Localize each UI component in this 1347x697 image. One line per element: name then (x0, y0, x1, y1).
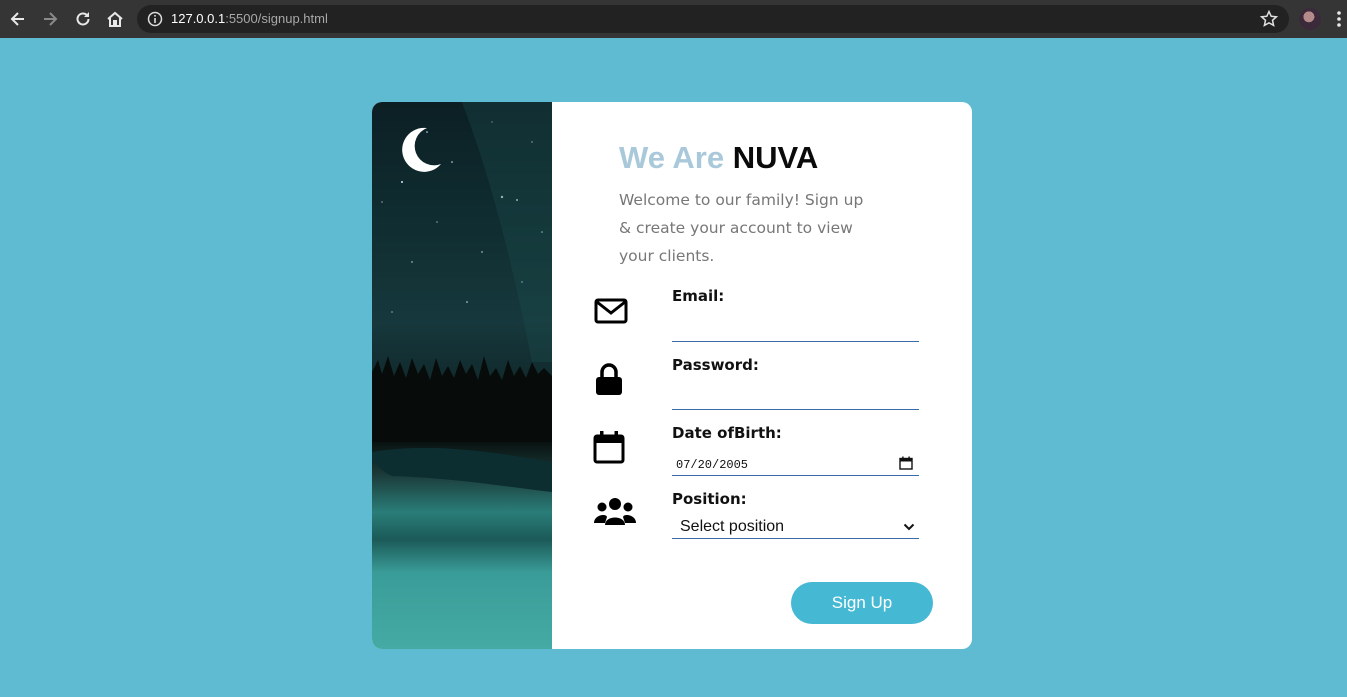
welcome-text: Welcome to our family! Sign up & create … (619, 191, 864, 265)
password-field[interactable] (672, 386, 919, 410)
frozen-river (372, 447, 552, 492)
dob-value: 07/20/2005 (676, 458, 749, 472)
forward-icon[interactable] (40, 9, 60, 29)
url-text[interactable]: 127.0.0.1:5500/signup.html (171, 11, 328, 26)
signup-form-panel: We Are NUVA Welcome to our family! Sign … (552, 102, 972, 649)
calendar-icon (592, 430, 626, 464)
dob-label: Date ofBirth: (672, 424, 782, 442)
hero-image (372, 102, 552, 649)
back-icon[interactable] (8, 9, 28, 29)
avatar[interactable] (1299, 8, 1321, 30)
password-label: Password: (672, 356, 759, 374)
moon-icon (402, 127, 441, 172)
tree-line (372, 356, 552, 442)
sign-up-button[interactable]: Sign Up (791, 582, 933, 624)
star-icon[interactable] (1259, 9, 1279, 29)
email-label: Email: (672, 287, 725, 305)
info-icon[interactable] (147, 11, 163, 27)
address-bar[interactable]: 127.0.0.1:5500/signup.html (137, 5, 1289, 33)
dob-field[interactable]: 07/20/2005 (672, 452, 919, 476)
page-title: We Are NUVA (619, 140, 818, 176)
kebab-menu-icon[interactable] (1334, 9, 1344, 29)
title-light: We Are (619, 140, 725, 175)
home-icon[interactable] (105, 9, 125, 29)
url-host: 127.0.0.1 (171, 11, 226, 26)
title-dark: NUVA (732, 140, 819, 175)
envelope-icon (594, 294, 628, 328)
position-label: Position: (672, 490, 747, 508)
position-select[interactable]: Select position (672, 515, 919, 539)
url-path: :5500/signup.html (225, 11, 328, 26)
reload-icon[interactable] (73, 9, 93, 29)
position-selected-value: Select position (680, 518, 785, 535)
email-field[interactable] (672, 318, 919, 342)
date-picker-icon[interactable] (899, 456, 913, 470)
users-icon (594, 495, 636, 529)
chevron-down-icon (903, 523, 915, 531)
signup-card: We Are NUVA Welcome to our family! Sign … (372, 102, 972, 649)
lock-icon (592, 362, 626, 396)
browser-toolbar: 127.0.0.1:5500/signup.html (0, 0, 1347, 38)
